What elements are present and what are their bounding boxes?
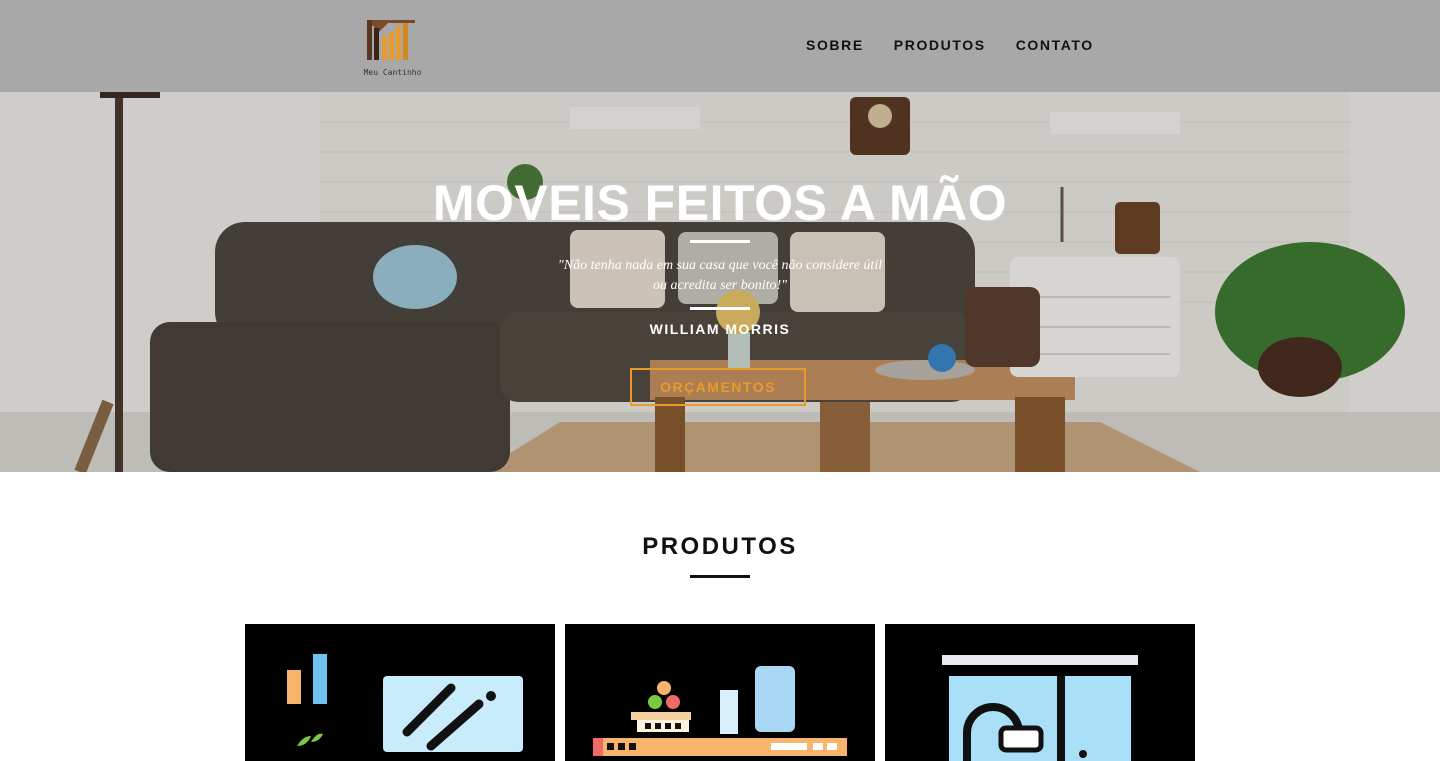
hero-banner: MOVEIS FEITOS A MÃO "Não tenha nada em s… <box>0 92 1440 472</box>
shelf-icon <box>593 666 847 756</box>
wardrobe-icon <box>942 655 1138 761</box>
products-title: PRODUTOS <box>642 533 798 560</box>
hero-divider-bottom <box>690 307 750 310</box>
nav-produtos[interactable]: PRODUTOS <box>894 37 986 53</box>
products-divider <box>690 575 750 578</box>
hero-quote: "Não tenha nada em sua casa que você não… <box>520 256 920 296</box>
main-nav: SOBRE PRODUTOS CONTATO <box>806 37 1094 53</box>
hero-quote-line2: ou acredita ser bonito!" <box>652 278 788 293</box>
nav-sobre[interactable]: SOBRE <box>806 37 864 53</box>
desk-icon <box>287 654 523 752</box>
logo[interactable]: Meu Cantinho <box>355 14 430 80</box>
hero-title: MOVEIS FEITOS A MÃO <box>432 175 1008 231</box>
nav-contato[interactable]: CONTATO <box>1016 37 1094 53</box>
hero-quote-line1: "Não tenha nada em sua casa que você não… <box>557 258 883 273</box>
site-header: Meu Cantinho SOBRE PRODUTOS CONTATO <box>0 0 1440 92</box>
product-card-desk[interactable] <box>245 624 555 761</box>
product-card-wardrobe[interactable] <box>885 624 1195 761</box>
product-card-shelf[interactable] <box>565 624 875 761</box>
logo-icon <box>367 20 415 60</box>
hero-author: WILLIAM MORRIS <box>649 321 791 337</box>
hero-divider-top <box>690 240 750 243</box>
logo-text: Meu Cantinho <box>363 68 422 77</box>
orcamentos-button[interactable]: ORÇAMENTOS <box>630 368 806 406</box>
